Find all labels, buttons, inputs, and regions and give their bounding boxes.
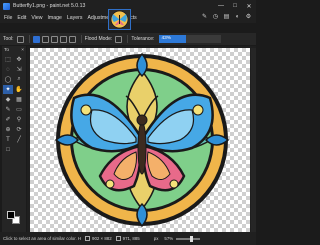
paintbrush-tool[interactable]: ✎ <box>3 105 13 114</box>
tolerance-label: Tolerance: <box>131 36 155 42</box>
minimize-button[interactable]: — <box>214 0 228 12</box>
selection-mode-exclude-icon[interactable] <box>50 35 58 43</box>
selection-mode-xor-icon[interactable] <box>68 35 76 43</box>
recolor-tool[interactable]: ⟳ <box>14 125 24 134</box>
rectangle-select-tool[interactable]: ⬚ <box>3 55 13 64</box>
tools-close-icon[interactable]: × <box>21 48 24 53</box>
zoom-slider-knob[interactable] <box>189 235 193 242</box>
shapes-tool[interactable]: □ <box>3 145 13 154</box>
image-tab-thumbnail[interactable] <box>108 9 131 30</box>
settings-icon[interactable]: ⚙ <box>245 14 252 21</box>
eraser-tool[interactable]: ▭ <box>14 105 24 114</box>
flood-mode-label: Flood Mode: <box>84 36 113 42</box>
selection-mode-intersect-icon[interactable] <box>59 35 67 43</box>
colors-icon[interactable]: ◐ <box>234 14 241 21</box>
status-hint: Click to select an area of similar color… <box>3 236 81 241</box>
status-bar: Click to select an area of similar color… <box>0 232 256 245</box>
ellipse-select-tool[interactable]: ◯ <box>3 75 13 84</box>
menu-image[interactable]: Image <box>47 15 61 21</box>
cursor-position-icon <box>115 236 121 241</box>
clone-stamp-tool[interactable]: ⊕ <box>3 125 13 134</box>
text-tool[interactable]: T <box>3 135 13 144</box>
layers-icon[interactable]: ▤ <box>223 14 230 21</box>
zoom-level[interactable]: 57% <box>164 236 173 241</box>
close-button[interactable]: ✕ <box>242 0 256 12</box>
pencil-tool[interactable]: ✐ <box>3 115 13 124</box>
menu-file[interactable]: File <box>4 15 12 21</box>
flood-mode-dropdown-icon[interactable] <box>115 35 123 43</box>
tools-palette: To × ⬚ ✥ ◌ ⇲ ◯ ⌕ ✦ ✋ ◆ ▦ ✎ ▭ ✐ ⚲ ⊕ ⟳ T ╱… <box>2 46 26 232</box>
cursor-position: 971, 885 <box>122 236 140 241</box>
move-selected-tool[interactable]: ✥ <box>14 55 24 64</box>
app-icon <box>3 2 10 10</box>
magic-wand-tool[interactable]: ✦ <box>3 85 13 94</box>
tolerance-slider[interactable]: 43% <box>159 35 222 43</box>
line-tool[interactable]: ╱ <box>14 135 24 144</box>
tools-palette-title: To <box>4 47 10 53</box>
tool-label: Tool: <box>3 36 14 42</box>
window-title: Butterfly1.png - paint.net 5.0.13 <box>13 3 86 9</box>
selection-mode-replace-icon[interactable] <box>32 35 40 43</box>
tools-panel-icon[interactable]: ✎ <box>201 14 208 21</box>
menu-view[interactable]: View <box>31 15 42 21</box>
transparency-checkerboard <box>30 48 250 232</box>
butterfly-image[interactable] <box>52 48 232 232</box>
maximize-button[interactable]: □ <box>228 0 242 12</box>
image-size-icon <box>85 236 90 241</box>
selection-mode-union-icon[interactable] <box>41 35 49 43</box>
menu-edit[interactable]: Edit <box>17 15 26 21</box>
canvas-area[interactable] <box>27 46 256 232</box>
zoom-tool[interactable]: ⌕ <box>14 75 24 84</box>
units-selector[interactable]: px <box>154 236 159 241</box>
tool-picker-icon[interactable] <box>16 35 24 43</box>
lasso-select-tool[interactable]: ◌ <box>3 65 13 74</box>
paint-bucket-tool[interactable]: ◆ <box>3 95 13 104</box>
tool-options-bar: Tool: Flood Mode: Tolerance: 43% <box>0 33 256 45</box>
move-selection-tool[interactable]: ⇲ <box>14 65 24 74</box>
menu-layers[interactable]: Layers <box>67 15 83 21</box>
gradient-tool[interactable]: ▦ <box>14 95 24 104</box>
zoom-slider[interactable] <box>176 235 201 242</box>
tolerance-value: 43% <box>161 36 172 41</box>
vertical-scrollbar[interactable] <box>251 48 256 232</box>
image-size: 902 × 882 <box>92 236 112 241</box>
color-picker-tool[interactable]: ⚲ <box>14 115 24 124</box>
primary-color-swatch[interactable] <box>7 211 15 219</box>
pan-tool[interactable]: ✋ <box>14 85 24 94</box>
history-icon[interactable]: ◷ <box>212 14 219 21</box>
